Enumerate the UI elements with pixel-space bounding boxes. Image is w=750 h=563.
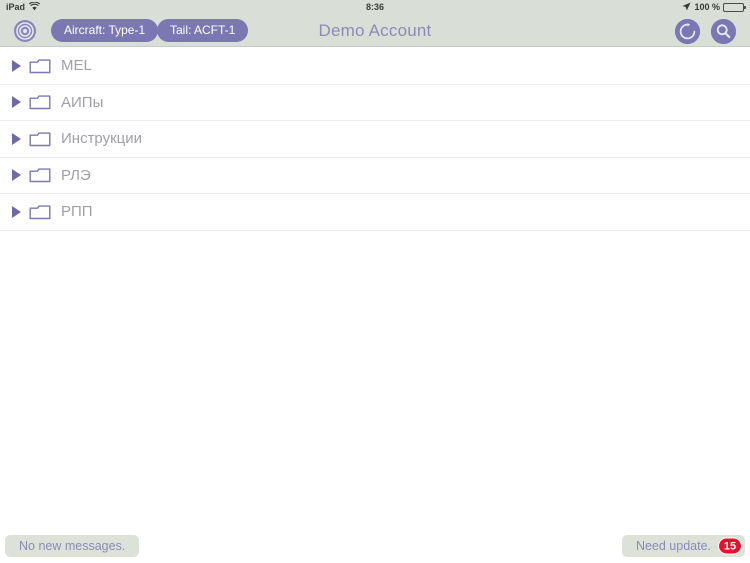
folder-icon — [29, 130, 51, 148]
triangle-right-icon[interactable] — [9, 169, 23, 182]
page-title: Demo Account — [318, 21, 432, 40]
list-item[interactable]: MEL — [0, 48, 750, 85]
app-screen: iPad 8:36 100 % Aircraft: Type-1 Tail: A… — [0, 0, 750, 563]
status-bar-time: 8:36 — [365, 2, 384, 12]
folder-icon — [29, 57, 51, 75]
list-item[interactable]: АИПы — [0, 84, 750, 121]
messages-status-button[interactable]: No new messages. — [5, 535, 140, 557]
refresh-button[interactable] — [675, 19, 700, 44]
list-item-label: MEL — [61, 57, 92, 75]
folder-icon — [29, 166, 51, 184]
list-item-label: РПП — [61, 203, 93, 221]
folder-list: MEL АИПы Инструкции РЛЭ РПП — [0, 48, 750, 231]
folder-icon — [29, 203, 51, 221]
list-item-label: Инструкции — [61, 130, 143, 148]
list-item[interactable]: РЛЭ — [0, 157, 750, 194]
triangle-right-icon[interactable] — [9, 59, 23, 72]
battery-full-icon — [723, 2, 746, 12]
status-bar: iPad 8:36 100 % — [0, 0, 750, 14]
list-item[interactable]: Инструкции — [0, 121, 750, 158]
update-status-label: Need update. — [635, 539, 711, 553]
status-badge: 15 — [718, 537, 742, 555]
nav-bar: Aircraft: Type-1 Tail: ACFT-1 Demo Accou… — [0, 14, 750, 47]
list-item-label: РЛЭ — [61, 166, 91, 184]
list-item[interactable]: РПП — [0, 194, 750, 231]
triangle-right-icon[interactable] — [9, 132, 23, 145]
list-item-label: АИПы — [61, 93, 104, 111]
folder-icon — [29, 93, 51, 111]
status-bar-right: 100 % — [682, 1, 746, 13]
triangle-right-icon[interactable] — [9, 96, 23, 109]
location-arrow-icon — [682, 1, 692, 13]
triangle-right-icon[interactable] — [9, 205, 23, 218]
search-button[interactable] — [711, 19, 736, 44]
update-status-button[interactable]: Need update. 15 — [621, 535, 745, 557]
battery-percent: 100 % — [694, 2, 720, 12]
messages-status-label: No new messages. — [19, 539, 126, 553]
